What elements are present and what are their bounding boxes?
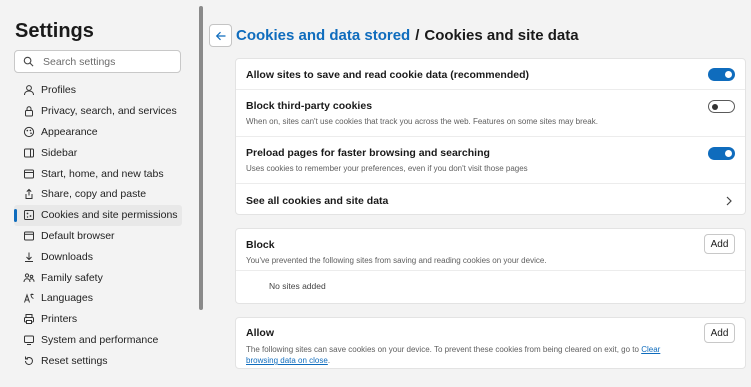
block-empty-text: No sites added bbox=[269, 281, 326, 291]
allow-description: The following sites can save cookies on … bbox=[246, 344, 686, 366]
search-icon bbox=[23, 56, 34, 67]
preload-toggle[interactable] bbox=[708, 147, 735, 160]
sidebar-item-default-browser[interactable]: Default browser bbox=[14, 226, 182, 247]
home-icon bbox=[23, 168, 35, 180]
sidebar-item-downloads[interactable]: Downloads bbox=[14, 246, 182, 267]
sidebar-item-cookies[interactable]: Cookies and site permissions bbox=[14, 204, 182, 226]
allow-card: Allow The following sites can save cooki… bbox=[235, 317, 746, 369]
sidebar-item-share[interactable]: Share, copy and paste bbox=[14, 184, 182, 205]
profile-icon bbox=[23, 84, 35, 96]
sidebar-item-reset[interactable]: Reset settings bbox=[14, 350, 182, 371]
block-third-party-description: When on, sites can't use cookies that tr… bbox=[246, 117, 598, 126]
cookie-settings-card: Allow sites to save and read cookie data… bbox=[235, 58, 746, 215]
block-description: You've prevented the following sites fro… bbox=[246, 256, 547, 265]
sidebar-icon bbox=[23, 147, 35, 159]
allow-cookies-title: Allow sites to save and read cookie data… bbox=[246, 69, 530, 81]
allow-cookies-row: Allow sites to save and read cookie data… bbox=[236, 59, 745, 90]
printer-icon bbox=[23, 313, 35, 325]
page-title: Cookies and site data bbox=[424, 27, 579, 44]
block-empty-row: No sites added bbox=[236, 271, 745, 304]
sidebar-item-label: Privacy, search, and services bbox=[41, 105, 177, 118]
sidebar-item-label: Default browser bbox=[41, 229, 115, 242]
see-all-cookies-title: See all cookies and site data bbox=[246, 195, 389, 207]
sidebar: Settings Profiles Privacy, search, and s… bbox=[0, 0, 197, 387]
family-icon bbox=[23, 272, 35, 284]
block-header-row: Block You've prevented the following sit… bbox=[236, 229, 745, 271]
lock-icon bbox=[23, 105, 35, 117]
preload-description: Uses cookies to remember your preference… bbox=[246, 164, 528, 173]
sidebar-item-label: Languages bbox=[41, 292, 93, 305]
sidebar-item-label: Appearance bbox=[41, 125, 98, 138]
sidebar-item-appearance[interactable]: Appearance bbox=[14, 122, 182, 143]
sidebar-item-label: Family safety bbox=[41, 271, 103, 284]
allow-title: Allow bbox=[246, 327, 274, 339]
sidebar-item-label: Printers bbox=[41, 313, 78, 326]
sidebar-item-privacy[interactable]: Privacy, search, and services bbox=[14, 101, 182, 122]
sidebar-item-label: Cookies and site permissions bbox=[41, 209, 178, 222]
sidebar-item-label: Profiles bbox=[41, 84, 77, 97]
download-icon bbox=[23, 251, 35, 263]
preload-title: Preload pages for faster browsing and se… bbox=[246, 147, 490, 159]
sidebar-item-label: System and performance bbox=[41, 333, 159, 346]
block-title: Block bbox=[246, 239, 275, 251]
block-third-party-title: Block third-party cookies bbox=[246, 100, 373, 112]
language-icon bbox=[23, 292, 35, 304]
system-icon bbox=[23, 334, 35, 346]
breadcrumb: Cookies and data stored / Cookies and si… bbox=[209, 24, 579, 47]
sidebar-item-label: Start, home, and new tabs bbox=[41, 167, 164, 180]
breadcrumb-link[interactable]: Cookies and data stored bbox=[236, 27, 410, 44]
back-button[interactable] bbox=[209, 24, 232, 47]
block-add-button[interactable]: Add bbox=[704, 234, 735, 254]
sidebar-item-label: Sidebar bbox=[41, 146, 78, 159]
allow-description-text: The following sites can save cookies on … bbox=[246, 345, 642, 354]
sidebar-item-sidebar[interactable]: Sidebar bbox=[14, 142, 182, 163]
sidebar-item-printers[interactable]: Printers bbox=[14, 309, 182, 330]
cookie-icon bbox=[23, 209, 35, 221]
chevron-right-icon bbox=[726, 196, 732, 206]
sidebar-item-profiles[interactable]: Profiles bbox=[14, 80, 182, 101]
search-box[interactable] bbox=[14, 50, 181, 73]
sidebar-nav: Profiles Privacy, search, and services A… bbox=[14, 80, 182, 371]
sidebar-scrollbar[interactable] bbox=[199, 6, 203, 310]
preload-row: Preload pages for faster browsing and se… bbox=[236, 137, 745, 184]
search-input[interactable] bbox=[43, 55, 173, 68]
browser-icon bbox=[23, 230, 35, 242]
main-content: Cookies and data stored / Cookies and si… bbox=[207, 0, 751, 387]
block-card: Block You've prevented the following sit… bbox=[235, 228, 746, 304]
sidebar-item-label: Share, copy and paste bbox=[41, 188, 147, 201]
breadcrumb-separator: / bbox=[415, 27, 420, 44]
reset-icon bbox=[23, 355, 35, 367]
sidebar-item-start-home[interactable]: Start, home, and new tabs bbox=[14, 163, 182, 184]
sidebar-item-family-safety[interactable]: Family safety bbox=[14, 267, 182, 288]
allow-cookies-toggle[interactable] bbox=[708, 68, 735, 81]
block-third-party-row: Block third-party cookies When on, sites… bbox=[236, 90, 745, 137]
share-icon bbox=[23, 188, 35, 200]
back-arrow-icon bbox=[215, 31, 225, 40]
sidebar-title: Settings bbox=[15, 20, 94, 42]
block-third-party-toggle[interactable] bbox=[708, 100, 735, 113]
sidebar-item-languages[interactable]: Languages bbox=[14, 288, 182, 309]
see-all-cookies-row[interactable]: See all cookies and site data bbox=[236, 184, 745, 215]
sidebar-item-label: Reset settings bbox=[41, 354, 108, 367]
sidebar-item-system[interactable]: System and performance bbox=[14, 330, 182, 351]
appearance-icon bbox=[23, 126, 35, 138]
allow-description-end: . bbox=[327, 356, 331, 365]
sidebar-item-label: Downloads bbox=[41, 250, 93, 263]
allow-add-button[interactable]: Add bbox=[704, 323, 735, 343]
